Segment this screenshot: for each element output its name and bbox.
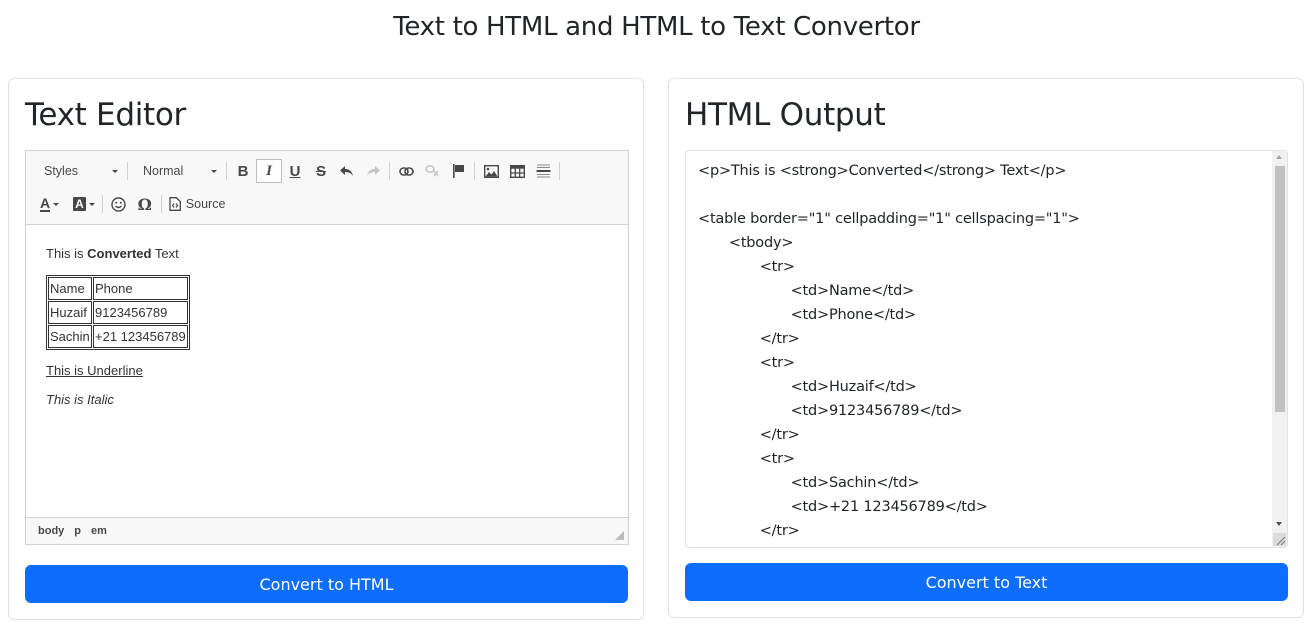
chevron-down-icon — [53, 202, 60, 206]
horizontal-line-button[interactable] — [530, 159, 556, 183]
text-editor-heading: Text Editor — [25, 97, 186, 133]
redo-button[interactable] — [360, 159, 386, 183]
table-icon — [509, 164, 525, 178]
source-button-label: Source — [185, 197, 226, 211]
text-color-button[interactable]: A — [32, 192, 63, 216]
html-output-card: HTML Output <p>This is <strong>Converted… — [668, 78, 1304, 618]
redo-icon — [367, 166, 380, 176]
html-output-text: <p>This is <strong>Converted</strong> Te… — [698, 163, 1080, 539]
table-cell: Name — [48, 277, 92, 300]
link-icon — [398, 166, 414, 176]
special-char-button[interactable]: Ω — [132, 192, 158, 216]
element-path-bar: body p em — [26, 517, 628, 544]
text-color-icon: A — [40, 194, 51, 212]
table-cell: Phone — [93, 277, 188, 300]
paragraph-converted: This is Converted Text — [46, 246, 608, 262]
toolbar-separator — [389, 162, 390, 180]
table-row: Huzaif 9123456789 — [48, 301, 188, 324]
rich-text-editor: Styles Normal B I U S A A Ω Source This … — [25, 150, 629, 545]
scroll-thumb[interactable] — [1275, 166, 1285, 412]
toolbar-separator — [101, 195, 103, 213]
smiley-icon — [111, 196, 126, 212]
convert-to-html-button[interactable]: Convert to HTML — [25, 565, 628, 603]
horizontal-line-icon — [536, 164, 550, 178]
table-cell: Huzaif — [48, 301, 92, 324]
path-item-p[interactable]: p — [69, 525, 86, 537]
text-segment: This is — [46, 246, 88, 261]
bold-text: Converted — [87, 246, 152, 261]
table-cell: Sachin — [48, 325, 92, 348]
format-dropdown-label: Normal — [143, 164, 184, 178]
undo-icon — [340, 166, 353, 176]
scroll-down-icon[interactable] — [1276, 522, 1282, 526]
path-item-body[interactable]: body — [33, 525, 69, 537]
undo-button[interactable] — [334, 159, 360, 183]
underline-icon: U — [289, 162, 301, 180]
styles-dropdown-label: Styles — [44, 164, 79, 178]
page-title: Text to HTML and HTML to Text Convertor — [393, 12, 920, 42]
bold-button[interactable]: B — [230, 159, 256, 183]
background-color-icon: A — [73, 197, 86, 211]
anchor-button[interactable] — [445, 159, 471, 183]
editor-content-area[interactable]: This is Converted Text Name Phone Huzaif… — [26, 226, 628, 517]
toolbar-separator — [474, 162, 475, 180]
bold-icon: B — [237, 162, 249, 180]
table-cell: 9123456789 — [93, 301, 188, 324]
italic-button[interactable]: I — [256, 159, 282, 183]
paragraph-underline: This is Underline — [46, 363, 608, 379]
flag-icon — [452, 164, 464, 178]
strikethrough-button[interactable]: S — [308, 159, 334, 183]
format-dropdown[interactable]: Normal — [131, 159, 223, 183]
italic-text: This is Italic — [46, 392, 114, 407]
resize-grip-icon[interactable] — [615, 531, 624, 540]
chevron-down-icon — [211, 169, 217, 173]
unlink-button[interactable] — [419, 159, 445, 183]
table-button[interactable] — [504, 159, 530, 183]
editor-toolbar: Styles Normal B I U S A A Ω Source — [26, 151, 628, 225]
paragraph-italic: This is Italic — [46, 392, 608, 408]
content-table: Name Phone Huzaif 9123456789 Sachin +21 … — [46, 275, 190, 350]
toolbar-separator — [226, 162, 227, 180]
styles-dropdown[interactable]: Styles — [32, 159, 124, 183]
toolbar-separator — [160, 195, 162, 213]
output-scrollbar[interactable] — [1272, 151, 1287, 547]
unlink-icon — [424, 165, 439, 177]
image-icon — [483, 164, 499, 178]
italic-icon: I — [266, 162, 272, 179]
strikethrough-icon: S — [315, 162, 326, 180]
textarea-resize-icon[interactable] — [1273, 533, 1286, 546]
text-segment: Text — [151, 246, 179, 261]
source-document-icon — [169, 197, 181, 211]
source-button[interactable]: Source — [165, 192, 230, 216]
link-button[interactable] — [393, 159, 419, 183]
scroll-up-icon[interactable] — [1276, 155, 1282, 159]
toolbar-separator — [127, 162, 128, 180]
table-row: Name Phone — [48, 277, 188, 300]
html-output-heading: HTML Output — [685, 97, 886, 133]
background-color-button[interactable]: A — [63, 192, 99, 216]
text-editor-card: Text Editor Styles Normal B I U S A A Ω … — [8, 78, 644, 620]
toolbar-separator — [559, 162, 560, 180]
html-output-textarea[interactable]: <p>This is <strong>Converted</strong> Te… — [685, 150, 1288, 548]
table-row: Sachin +21 123456789 — [48, 325, 188, 348]
table-cell: +21 123456789 — [93, 325, 188, 348]
smiley-button[interactable] — [106, 192, 132, 216]
underline-button[interactable]: U — [282, 159, 308, 183]
chevron-down-icon — [112, 169, 118, 173]
image-button[interactable] — [478, 159, 504, 183]
path-item-em[interactable]: em — [86, 525, 112, 537]
omega-icon: Ω — [137, 194, 152, 214]
underlined-text: This is Underline — [46, 363, 143, 378]
chevron-down-icon — [88, 202, 95, 206]
convert-to-text-button[interactable]: Convert to Text — [685, 563, 1288, 601]
